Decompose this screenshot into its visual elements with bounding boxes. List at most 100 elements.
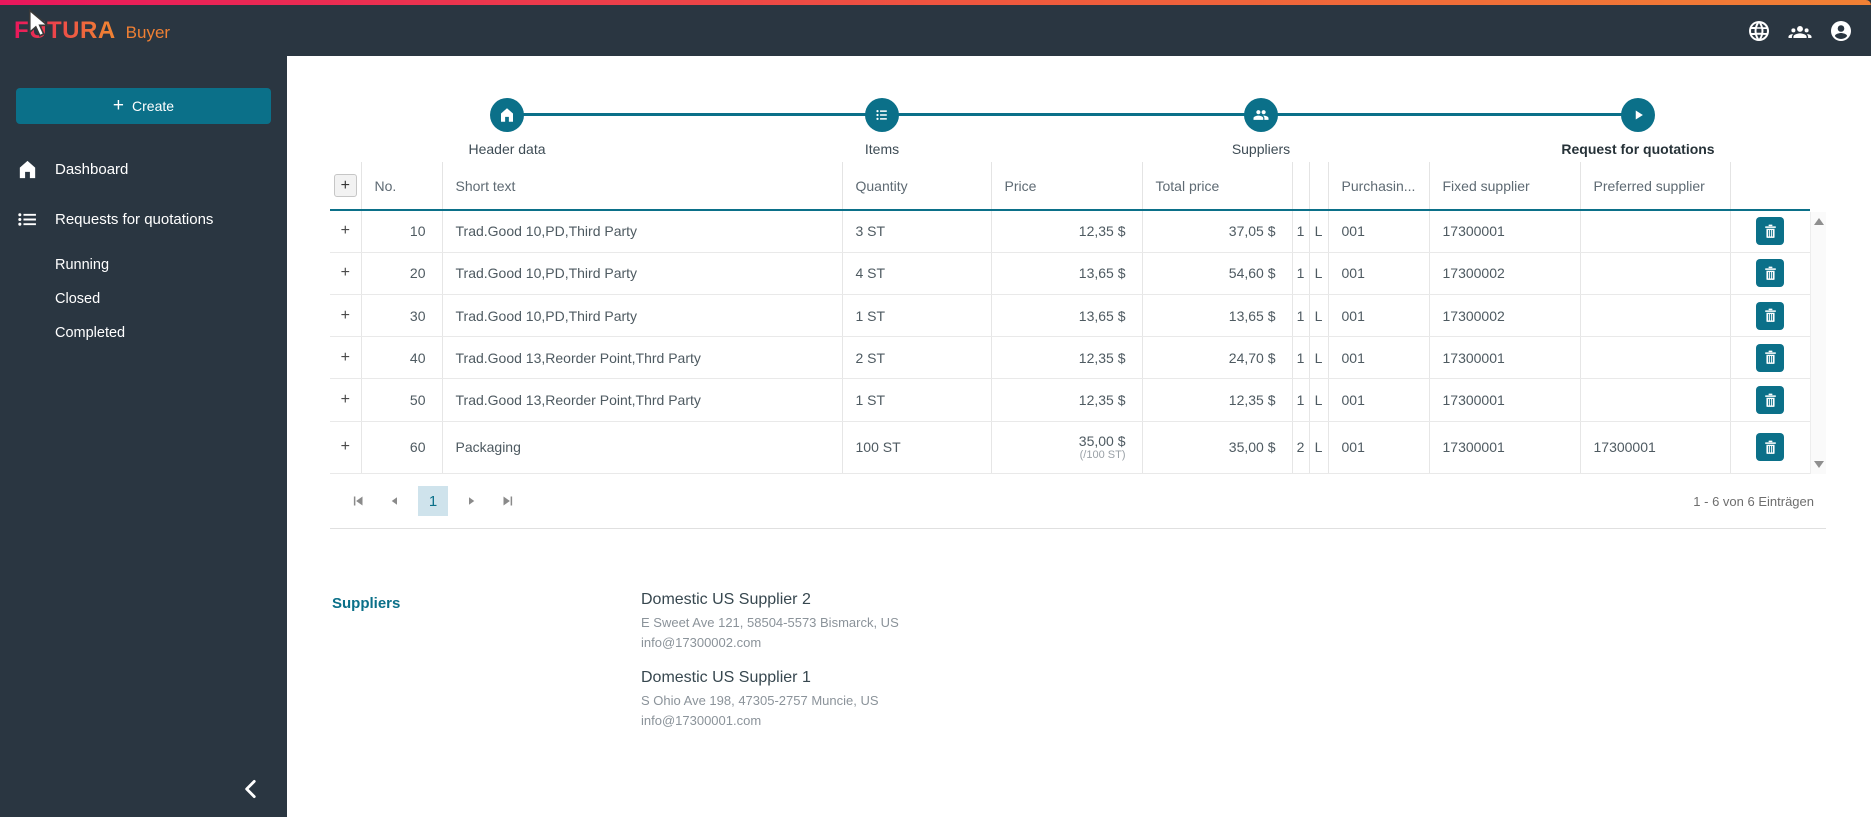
cell-preferred-supplier: 17300001 [1580,421,1731,475]
sidebar-collapse-button[interactable] [235,773,267,805]
people-icon [1253,110,1269,120]
cell-u1: 1 [1292,210,1310,253]
table-row: + 30 Trad.Good 10,PD,Third Party 1 ST 13… [330,294,1810,338]
cell-price: 12,35 $ [991,378,1143,422]
cell-no: 50 [361,378,443,422]
cell-short-text: Trad.Good 10,PD,Third Party [442,294,843,338]
price-value: 13,65 $ [1078,265,1126,282]
globe-icon[interactable] [1746,18,1771,43]
delete-row-button[interactable] [1756,386,1785,415]
sidebar-item-requests-for-quotations[interactable]: Requests for quotations [0,194,287,244]
cell-fixed-supplier: 17300001 [1429,336,1581,380]
price-value: 13,65 $ [1078,307,1126,324]
cell-quantity: 2 ST [842,336,992,380]
cell-preferred-supplier [1580,210,1731,253]
step-label: Suppliers [1231,141,1291,157]
step-label: Items [864,141,900,157]
column-header-short-text: Short text [442,162,843,211]
supplier-address: E Sweet Ave 121, 58504-5573 Bismarck, US [641,615,899,630]
supplier-address: S Ohio Ave 198, 47305-2757 Muncie, US [641,693,879,709]
cell-price: 12,35 $ [991,210,1143,253]
trash-icon [1764,393,1776,407]
cell-quantity: 4 ST [842,252,992,295]
row-expander[interactable]: + [330,252,362,295]
cell-short-text: Packaging [442,421,843,475]
scroll-up-arrow-icon[interactable] [1814,218,1824,225]
add-row-button[interactable]: + [333,174,357,197]
pagination-summary: 1 - 6 von 6 Einträgen [1693,493,1814,509]
cell-price: 35,00 $ (/100 ST) [991,421,1143,475]
delete-row-button[interactable] [1756,343,1785,372]
sidebar-item-dashboard[interactable]: Dashboard [0,144,287,194]
cell-short-text: Trad.Good 10,PD,Third Party [442,252,843,295]
row-expander[interactable]: + [330,421,362,475]
column-header-u2 [1309,162,1329,211]
create-button[interactable]: + Create [16,88,271,124]
table-scrollbar[interactable] [1810,212,1826,474]
cell-preferred-supplier [1580,252,1731,295]
supplier-name: Domestic US Supplier 1 [641,669,811,687]
step-items-circle[interactable] [865,98,899,132]
pagination-first-button[interactable] [345,488,371,514]
delete-row-button[interactable] [1756,259,1785,288]
pagination-current-page[interactable]: 1 [418,486,448,516]
cell-total-price: 12,35 $ [1142,378,1293,422]
cell-actions [1730,252,1810,295]
pagination-last-button[interactable] [495,488,521,514]
step-header-data-circle[interactable] [490,98,524,132]
cell-short-text: Trad.Good 13,Reorder Point,Thrd Party [442,378,843,422]
row-expander[interactable]: + [330,294,362,338]
cell-total-price: 13,65 $ [1142,294,1293,338]
delete-row-button[interactable] [1756,301,1785,330]
row-expander[interactable]: + [330,210,362,253]
step-suppliers-circle[interactable] [1244,98,1278,132]
pagination-prev-button[interactable] [381,488,407,514]
suppliers-list: Domestic US Supplier 2 E Sweet Ave 121, … [641,591,899,732]
top-bar: FUTURA Buyer [0,0,1871,56]
supplier-email: info@17300001.com [641,713,762,729]
cell-actions [1730,210,1810,253]
cell-quantity: 3 ST [842,210,992,253]
table-header-row: + No. Short text Quantity Price Total pr… [330,162,1810,211]
delete-row-button[interactable] [1756,217,1785,246]
sidebar-subitem-closed[interactable]: Closed [0,282,287,316]
stepper-line [507,113,1638,116]
price-value: 12,35 $ [1078,392,1126,409]
cell-u2: L [1309,336,1329,380]
step-request-for-quotations-circle[interactable] [1621,98,1655,132]
cell-preferred-supplier [1580,336,1731,380]
cell-preferred-supplier [1580,378,1731,422]
scroll-down-arrow-icon[interactable] [1814,461,1824,468]
table-row: + 10 Trad.Good 10,PD,Third Party 3 ST 12… [330,210,1810,253]
cell-fixed-supplier: 17300002 [1429,252,1581,295]
cell-actions [1730,378,1810,422]
cell-short-text: Trad.Good 10,PD,Third Party [442,210,843,253]
cell-quantity: 1 ST [842,378,992,422]
cell-fixed-supplier: 17300002 [1429,294,1581,338]
users-icon[interactable] [1787,18,1812,43]
cell-u2: L [1309,210,1329,253]
cell-fixed-supplier: 17300001 [1429,421,1581,475]
cell-price: 13,65 $ [991,294,1143,338]
cell-u1: 1 [1292,252,1310,295]
sidebar: + Create Dashboard Requests for quotatio… [0,56,287,817]
sidebar-subitem-completed[interactable]: Completed [0,316,287,350]
column-header-total-price: Total price [1142,162,1293,211]
row-expander[interactable]: + [330,336,362,380]
chevron-left-icon [245,780,256,798]
cell-purchasing: 001 [1328,421,1430,475]
row-expander[interactable]: + [330,378,362,422]
pagination-next-button[interactable] [459,488,485,514]
table-row: + 50 Trad.Good 13,Reorder Point,Thrd Par… [330,378,1810,422]
main-content: Header data Items Suppliers Request for … [287,56,1871,817]
cell-purchasing: 001 [1328,294,1430,338]
home-icon [501,108,513,122]
delete-row-button[interactable] [1756,433,1785,462]
sidebar-subitem-running[interactable]: Running [0,248,287,282]
trash-icon [1764,440,1776,454]
app-logo[interactable]: FUTURA Buyer [14,17,170,45]
header-expand-all: + [330,162,362,211]
cell-actions [1730,336,1810,380]
account-icon[interactable] [1828,18,1853,43]
cell-u2: L [1309,378,1329,422]
